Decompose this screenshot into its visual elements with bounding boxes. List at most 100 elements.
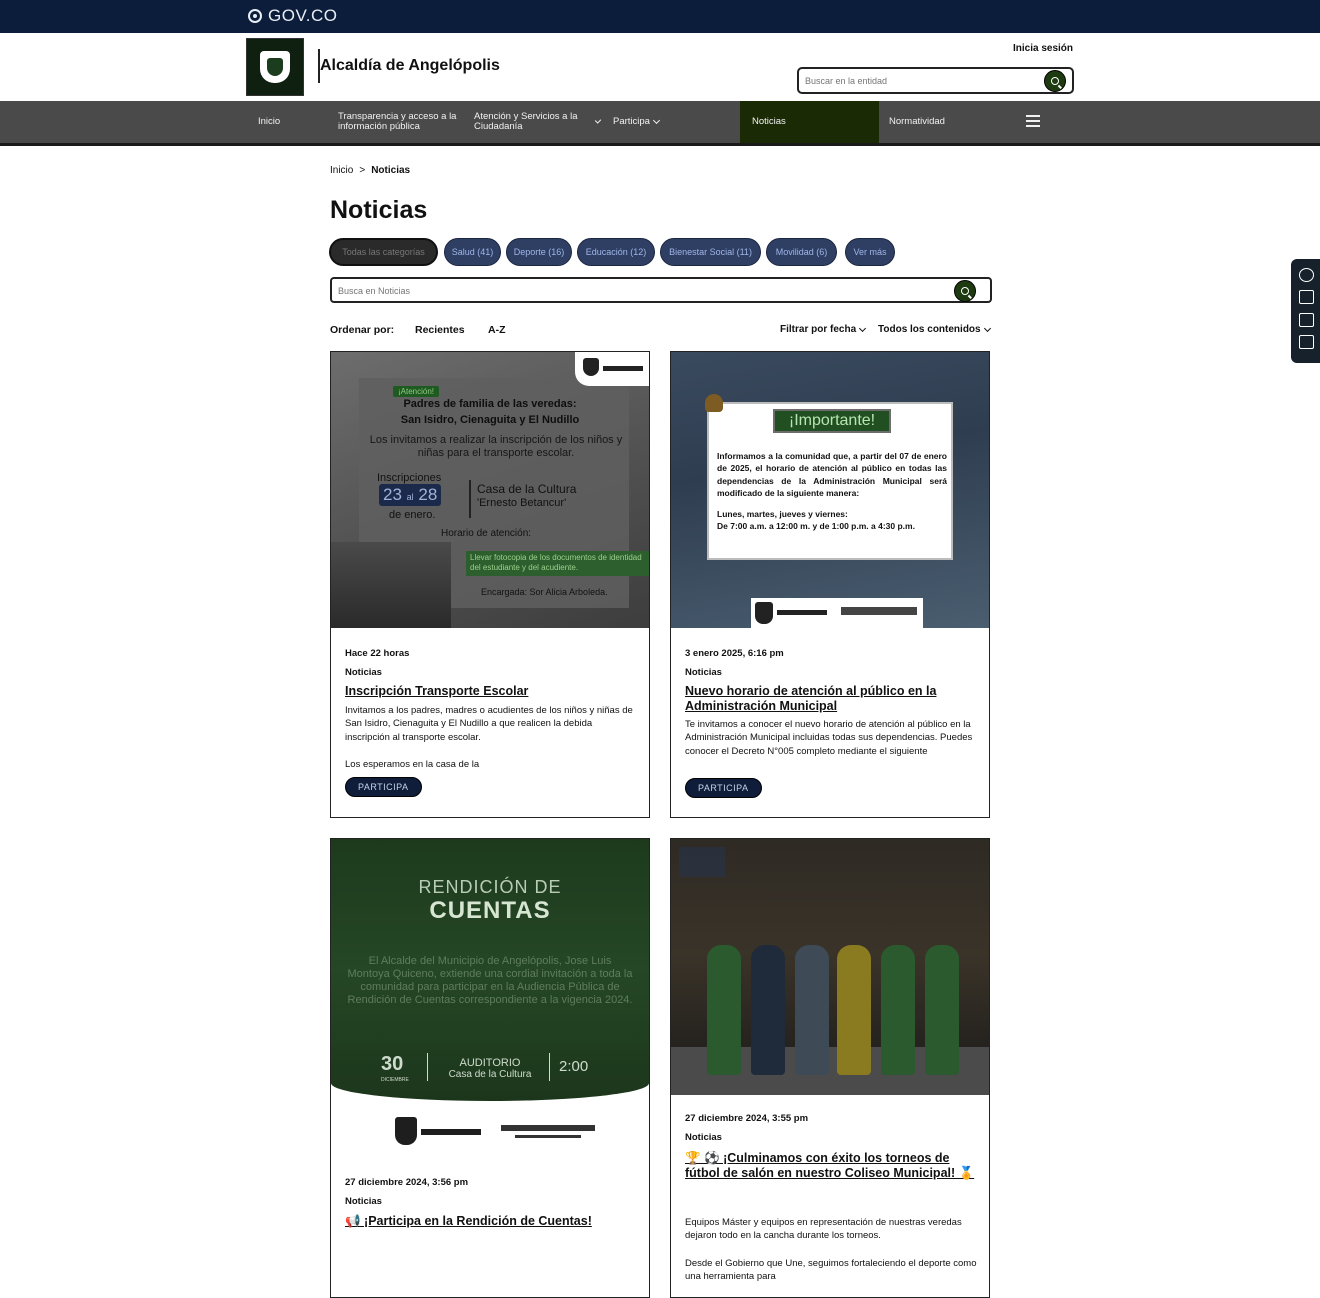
poster-cuentas: CUENTAS bbox=[429, 897, 551, 924]
alcaldia-badge bbox=[679, 847, 725, 877]
nav-label: Transparencia y acceso a la información … bbox=[338, 111, 457, 132]
notice-heading: ¡Importante! bbox=[773, 409, 891, 433]
poster-body: El Alcalde del Municipio de Angelópolis,… bbox=[347, 955, 633, 1006]
news-date: 3 enero 2025, 6:16 pm bbox=[685, 648, 784, 659]
entity-search-input[interactable] bbox=[805, 73, 1035, 88]
site-title[interactable]: Alcaldía de Angelópolis bbox=[320, 57, 500, 75]
news-image-horario[interactable]: ¡Importante! Informamos a la comunidad q… bbox=[671, 352, 989, 628]
news-title[interactable]: 🏆 ⚽ ¡Culminamos con éxito los torneos de… bbox=[685, 1151, 977, 1181]
nav-item-transparencia[interactable]: Transparencia y acceso a la información … bbox=[338, 101, 463, 143]
content-filter-label: Todos los contenidos bbox=[878, 324, 981, 335]
bell-icon bbox=[705, 394, 723, 412]
news-date: 27 diciembre 2024, 3:56 pm bbox=[345, 1177, 469, 1188]
participa-button[interactable]: PARTICIPA bbox=[345, 777, 422, 797]
entity-search-button[interactable] bbox=[1044, 70, 1066, 92]
date-filter-dropdown[interactable]: Filtrar por fecha bbox=[780, 324, 867, 335]
poster-encargada: Encargada: Sor Alicia Arboleda. bbox=[481, 587, 608, 597]
poster-horario: Horario de atención: bbox=[441, 528, 532, 539]
chip-movilidad[interactable]: Movilidad (6) bbox=[766, 238, 837, 266]
poster-date-range: 23 al 28 bbox=[379, 484, 442, 506]
shield-icon bbox=[260, 51, 290, 83]
nav-item-atencion[interactable]: Atención y Servicios a la Ciudadanía bbox=[474, 101, 602, 143]
poster-month: DICIEMBRE bbox=[381, 1077, 409, 1083]
nav-item-participa[interactable]: Participa bbox=[613, 101, 723, 143]
news-image-torneos[interactable] bbox=[671, 839, 989, 1095]
poster-month: de enero. bbox=[389, 509, 436, 521]
hamburger-menu-icon[interactable] bbox=[1026, 115, 1040, 127]
relief-icon[interactable] bbox=[1299, 335, 1314, 349]
alcaldia-logo bbox=[575, 352, 649, 386]
news-search-input[interactable] bbox=[338, 283, 938, 298]
news-date: Hace 22 horas bbox=[345, 648, 410, 659]
date-from: 23 bbox=[383, 485, 402, 504]
news-image-transporte[interactable]: ¡Atención! Padres de familia de las vere… bbox=[331, 352, 649, 628]
player bbox=[795, 945, 829, 1075]
notice-days: Lunes, martes, jueves y viernes: bbox=[717, 509, 848, 519]
news-image-rendicion[interactable]: RENDICIÓN DE CUENTAS El Alcalde del Muni… bbox=[331, 839, 649, 1101]
poster-place2: 'Ernesto Betancur' bbox=[477, 497, 567, 509]
sort-recientes[interactable]: Recientes bbox=[415, 324, 465, 336]
news-description: Invitamos a los padres, madres o acudien… bbox=[345, 705, 633, 743]
nav-label: Normatividad bbox=[889, 116, 945, 128]
news-card-torneos: 27 diciembre 2024, 3:55 pm Noticias 🏆 ⚽ … bbox=[670, 838, 990, 1298]
nav-label: Participa bbox=[613, 116, 650, 128]
news-category[interactable]: Noticias bbox=[345, 1196, 382, 1207]
breadcrumb: Inicio > Noticias bbox=[330, 165, 410, 176]
breadcrumb-separator: > bbox=[359, 165, 366, 176]
poster-divider bbox=[469, 480, 471, 518]
poster-inscripciones: Inscripciones bbox=[377, 472, 442, 484]
chevron-down-icon bbox=[859, 324, 867, 332]
chip-deporte[interactable]: Deporte (16) bbox=[506, 238, 572, 266]
date-al: al bbox=[406, 492, 414, 502]
content-filter-dropdown[interactable]: Todos los contenidos bbox=[878, 324, 991, 335]
news-category[interactable]: Noticias bbox=[685, 1132, 722, 1143]
poster-place1: Casa de la Cultura bbox=[477, 482, 577, 496]
news-date: 27 diciembre 2024, 3:55 pm bbox=[685, 1113, 809, 1124]
poster-sep bbox=[427, 1053, 428, 1081]
chip-educacion[interactable]: Educación (12) bbox=[577, 238, 655, 266]
date-filter-label: Filtrar por fecha bbox=[780, 324, 857, 335]
player bbox=[881, 945, 915, 1075]
news-search-button[interactable] bbox=[954, 280, 976, 302]
chip-salud[interactable]: Salud (41) bbox=[444, 238, 501, 266]
poster-line1: Padres de familia de las veredas: bbox=[403, 398, 577, 410]
gov-bar: GOV.CO bbox=[0, 0, 1320, 33]
alcaldia-logo bbox=[391, 1115, 601, 1149]
nav-label: Inicio bbox=[258, 116, 281, 128]
breadcrumb-home[interactable]: Inicio bbox=[330, 165, 353, 176]
poster-auditorio-label: AUDITORIO bbox=[459, 1057, 521, 1069]
poster-band: Llevar fotocopia de los documentos de id… bbox=[466, 551, 649, 576]
news-category[interactable]: Noticias bbox=[345, 667, 382, 678]
chip-all-categories[interactable]: Todas las categorías bbox=[329, 238, 438, 266]
nav-item-noticias[interactable]: Noticias bbox=[740, 101, 879, 143]
accessibility-toolbar bbox=[1291, 259, 1320, 363]
news-title[interactable]: 📢 ¡Participa en la Rendición de Cuentas! bbox=[345, 1214, 637, 1229]
poster-tag: ¡Atención! bbox=[393, 386, 440, 397]
municipality-logo[interactable] bbox=[246, 38, 304, 96]
nav-item-normatividad[interactable]: Normatividad bbox=[889, 101, 999, 143]
page-title: Noticias bbox=[330, 196, 428, 224]
news-title[interactable]: Inscripción Transporte Escolar bbox=[345, 684, 637, 699]
text-format-icon[interactable] bbox=[1299, 313, 1314, 327]
login-link[interactable]: Inicia sesión bbox=[1013, 43, 1073, 54]
chip-ver-mas[interactable]: Ver más bbox=[845, 238, 895, 266]
gov-co-link[interactable]: GOV.CO bbox=[248, 6, 337, 26]
notice-text: Informamos a la comunidad que, a partir … bbox=[717, 451, 947, 498]
poster-lugar: Casa de la Cultura bbox=[448, 1069, 532, 1080]
player bbox=[837, 945, 871, 1075]
contrast-icon[interactable] bbox=[1299, 268, 1314, 282]
chip-bienestar-social[interactable]: Bienestar Social (11) bbox=[660, 238, 761, 266]
news-title[interactable]: Nuevo horario de atención al público en … bbox=[685, 684, 977, 714]
news-category[interactable]: Noticias bbox=[685, 667, 722, 678]
poster-day: 30 bbox=[381, 1053, 404, 1075]
chevron-down-icon bbox=[652, 116, 661, 125]
nav-label: Noticias bbox=[752, 116, 786, 128]
news-search-box bbox=[330, 277, 992, 303]
participa-button[interactable]: PARTICIPA bbox=[685, 778, 762, 798]
sort-bar: Ordenar por: Recientes A-Z Filtrar por f… bbox=[330, 324, 992, 340]
text-size-icon[interactable] bbox=[1299, 290, 1314, 304]
nav-item-inicio[interactable]: Inicio bbox=[258, 101, 328, 143]
player bbox=[707, 945, 741, 1075]
notice-panel: ¡Importante! Informamos a la comunidad q… bbox=[707, 402, 953, 560]
sort-a-z[interactable]: A-Z bbox=[488, 324, 506, 336]
